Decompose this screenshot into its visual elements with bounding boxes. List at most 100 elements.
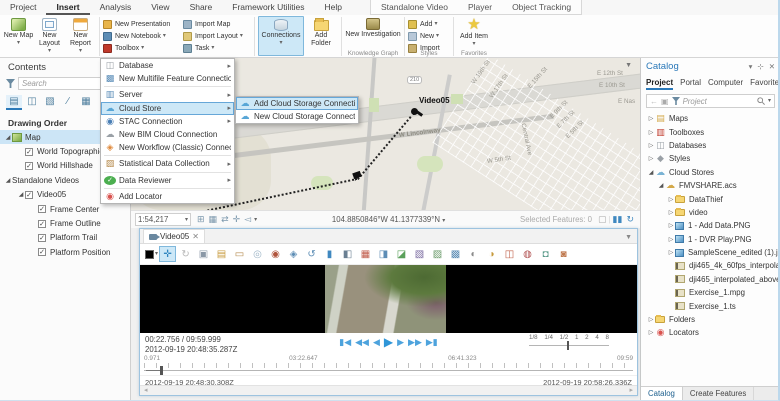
scroll-right-icon[interactable]: ▸ bbox=[629, 386, 633, 394]
expand-arrow-icon[interactable]: ◢ bbox=[4, 134, 12, 141]
expand-arrow-icon[interactable]: ◢ bbox=[657, 182, 665, 189]
timeline-track[interactable] bbox=[144, 370, 633, 371]
catalog-item-fmvshare-acs[interactable]: ◢☁FMVSHARE.acs bbox=[641, 179, 780, 192]
step-forward-button[interactable]: ▶ bbox=[397, 336, 404, 348]
catalog-item-samplescene-edited-1-jpg[interactable]: ▷SampleScene_edited (1).jpg bbox=[641, 246, 780, 259]
expand-arrow-icon[interactable]: ◢ bbox=[647, 169, 655, 176]
layer-item-frame-center[interactable]: ✓Frame Center bbox=[0, 202, 130, 216]
expand-arrow-icon[interactable]: ◢ bbox=[4, 177, 12, 184]
export-frame-icon[interactable]: ▤ bbox=[213, 246, 230, 262]
expand-arrow-icon[interactable] bbox=[17, 149, 25, 155]
menu-item-server[interactable]: ▥Server▸ bbox=[101, 88, 234, 101]
speed-slider-track[interactable] bbox=[529, 341, 609, 349]
measure-icon[interactable]: ▭ bbox=[231, 246, 248, 262]
expand-arrow-icon[interactable] bbox=[30, 249, 38, 255]
refresh-map-icon[interactable]: ↻ bbox=[626, 214, 634, 225]
styles-new-button[interactable]: New▾ bbox=[408, 30, 440, 42]
menu-item-cloud-store[interactable]: ☁Cloud Store▸ bbox=[101, 102, 234, 115]
catalog-item-exercise-1-ts[interactable]: Exercise_1.ts bbox=[641, 299, 780, 312]
add-frame-icon[interactable]: ◙ bbox=[555, 246, 572, 262]
list-by-labeling-icon[interactable]: ▦ bbox=[78, 95, 94, 110]
expand-arrow-icon[interactable]: ▷ bbox=[667, 249, 675, 256]
catalog-item-video[interactable]: ▷video bbox=[641, 206, 780, 219]
add-item-button[interactable]: ★ Add Item ▾ bbox=[457, 16, 491, 50]
menu-item-stac-connection[interactable]: ◉STAC Connection▸ bbox=[101, 115, 234, 128]
submenu-item-new-cloud-storage-connection[interactable]: ☁New Cloud Storage Connection bbox=[236, 110, 358, 123]
pin-icon[interactable]: ⊹ bbox=[757, 62, 763, 71]
follow-frame-icon[interactable]: ◈ bbox=[285, 246, 302, 262]
catalog-item-toolboxes[interactable]: ▷▥Toolboxes bbox=[641, 125, 780, 138]
ribbon-tab-analysis[interactable]: Analysis bbox=[90, 0, 142, 15]
menu-item-new-multifile-feature-connection[interactable]: ▩New Multifile Feature Connection bbox=[101, 72, 234, 85]
menu-item-add-locator[interactable]: ◉Add Locator bbox=[101, 190, 234, 203]
skip-to-start-button[interactable]: ▮◀ bbox=[339, 336, 351, 348]
new-map-button[interactable]: New Map ▾ bbox=[3, 16, 34, 56]
catalog-search-bar[interactable]: ← ▣ Project ▾ bbox=[646, 94, 775, 108]
catalog-item-databases[interactable]: ▷◫Databases bbox=[641, 139, 780, 152]
catalog-tab-project[interactable]: Project bbox=[646, 78, 673, 90]
filter-icon[interactable] bbox=[672, 97, 680, 105]
expand-arrow-icon[interactable]: ▷ bbox=[667, 222, 675, 229]
copy-display-icon[interactable]: ▣ bbox=[195, 246, 212, 262]
expand-arrow-icon[interactable] bbox=[30, 206, 38, 212]
layer-checkbox[interactable]: ✓ bbox=[25, 162, 33, 170]
expand-arrow-icon[interactable]: ▷ bbox=[667, 196, 675, 203]
copy-path-icon[interactable]: ▣ bbox=[661, 97, 669, 106]
expand-arrow-icon[interactable] bbox=[30, 235, 38, 241]
layer-item-platform-position[interactable]: ✓Platform Position bbox=[0, 245, 130, 259]
expand-arrow-icon[interactable]: ▷ bbox=[647, 115, 655, 122]
expand-arrow-icon[interactable]: ▷ bbox=[647, 329, 655, 336]
expand-arrow-icon[interactable]: ▷ bbox=[647, 316, 655, 323]
catalog-tab-favorites[interactable]: Favorites bbox=[750, 78, 780, 90]
speed-label-1[interactable]: 1 bbox=[575, 334, 578, 341]
submenu-item-add-cloud-storage-connection[interactable]: ☁Add Cloud Storage Connection bbox=[236, 97, 358, 110]
expand-arrow-icon[interactable]: ▷ bbox=[647, 129, 655, 136]
refresh-icon[interactable]: ↻ bbox=[177, 246, 194, 262]
catalog-item-1-add-data-png[interactable]: ▷1 - Add Data.PNG bbox=[641, 219, 780, 232]
dropdown-arrow-icon[interactable]: ▾ bbox=[155, 251, 158, 257]
layer-checkbox[interactable]: ✓ bbox=[38, 205, 46, 213]
image-enhance-icon[interactable]: ▩ bbox=[447, 246, 464, 262]
playback-speed-control[interactable]: 1/81/41/21248 bbox=[529, 334, 609, 349]
catalog-item-locators[interactable]: ▷◉Locators bbox=[641, 326, 780, 339]
menu-item-database[interactable]: ◫Database▸ bbox=[101, 59, 234, 72]
tab-overflow-chevron-icon[interactable]: ▼ bbox=[625, 234, 632, 241]
video-display[interactable] bbox=[140, 265, 637, 333]
attribute-table-icon[interactable]: ▦ bbox=[209, 214, 218, 225]
catalog-item-dji465-interpolated-above-horiz-[interactable]: dji465_interpolated_above_horiz... bbox=[641, 273, 780, 286]
expand-arrow-icon[interactable] bbox=[30, 221, 38, 227]
timeline-slider-handle[interactable] bbox=[160, 366, 163, 375]
layer-checkbox[interactable]: ✓ bbox=[38, 248, 46, 256]
speed-label-4[interactable]: 4 bbox=[595, 334, 598, 341]
list-by-drawing-order-icon[interactable]: ▤ bbox=[6, 95, 22, 110]
catalog-item-1-dvr-play-png[interactable]: ▷1 - DVR Play.PNG bbox=[641, 233, 780, 246]
scroll-left-icon[interactable]: ◂ bbox=[144, 386, 148, 394]
layer-checkbox[interactable]: ✓ bbox=[25, 148, 33, 156]
ribbon-tab-project[interactable]: Project bbox=[0, 0, 46, 15]
list-by-data-source-icon[interactable]: ◫ bbox=[24, 95, 40, 110]
map-coordinates[interactable]: 104.8850846°W 41.1377339°N ▾ bbox=[332, 215, 445, 224]
filter-icon[interactable] bbox=[6, 79, 15, 88]
display-mode-icon[interactable]: ◨ bbox=[375, 246, 392, 262]
ribbon-tab-player[interactable]: Player bbox=[458, 0, 502, 14]
fast-rewind-button[interactable]: ◀◀ bbox=[355, 336, 369, 348]
map-scale-input[interactable]: 1:54,217▾ bbox=[135, 213, 191, 226]
bookmarks-icon[interactable]: ▨ bbox=[429, 246, 446, 262]
export-video-icon[interactable]: ◫ bbox=[501, 246, 518, 262]
layer-checkbox[interactable]: ✓ bbox=[25, 191, 33, 199]
metadata-icon[interactable]: ▧ bbox=[411, 246, 428, 262]
catalog-tab-computer[interactable]: Computer bbox=[708, 78, 743, 90]
ribbon-tab-view[interactable]: View bbox=[141, 0, 179, 15]
new-report-button[interactable]: New Report ▾ bbox=[65, 16, 96, 56]
search-icon[interactable] bbox=[757, 97, 765, 105]
close-icon[interactable]: ✕ bbox=[769, 62, 775, 71]
layer-checkbox[interactable]: ✓ bbox=[38, 220, 46, 228]
record-icon[interactable]: ◍ bbox=[519, 246, 536, 262]
catalog-item-maps[interactable]: ▷▤Maps bbox=[641, 112, 780, 125]
contrast-icon[interactable]: ◑ bbox=[483, 246, 500, 262]
expand-arrow-icon[interactable]: ▷ bbox=[647, 142, 655, 149]
styles-add-button[interactable]: Add▾ bbox=[408, 18, 440, 30]
import-map-button[interactable]: Import Map bbox=[183, 18, 251, 30]
speed-label-1-2[interactable]: 1/2 bbox=[560, 334, 569, 341]
expand-arrow-icon[interactable]: ▷ bbox=[667, 209, 675, 216]
